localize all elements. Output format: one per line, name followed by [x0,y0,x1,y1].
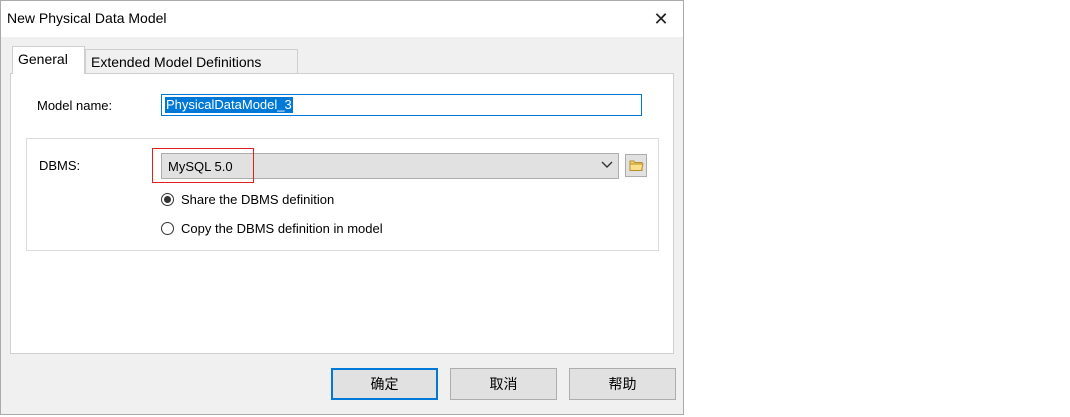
dbms-selected-value: MySQL 5.0 [168,159,233,174]
new-physical-data-model-dialog: New Physical Data Model ✕ General Extend… [0,0,684,415]
cancel-button[interactable]: 取消 [450,368,557,400]
close-icon[interactable]: ✕ [647,6,675,32]
dialog-title: New Physical Data Model [7,10,167,26]
dbms-select[interactable]: MySQL 5.0 [161,153,619,179]
browse-dbms-button[interactable] [625,154,647,177]
share-dbms-label: Share the DBMS definition [181,192,335,207]
tab-general[interactable]: General [12,46,85,74]
model-name-value: PhysicalDataModel_3 [165,97,293,113]
model-name-field[interactable]: PhysicalDataModel_3 [161,94,642,116]
folder-icon [629,160,644,171]
ok-button[interactable]: 确定 [331,368,438,400]
copy-dbms-label: Copy the DBMS definition in model [181,221,383,236]
model-name-label: Model name: [37,98,113,113]
dbms-label: DBMS: [39,158,81,173]
tab-extended-model-definitions[interactable]: Extended Model Definitions [85,49,298,75]
chevron-down-icon[interactable] [600,157,614,175]
copy-dbms-radio[interactable] [161,222,174,235]
help-button[interactable]: 帮助 [569,368,676,400]
share-dbms-radio[interactable] [161,193,174,206]
title-bar: New Physical Data Model ✕ [1,1,683,37]
